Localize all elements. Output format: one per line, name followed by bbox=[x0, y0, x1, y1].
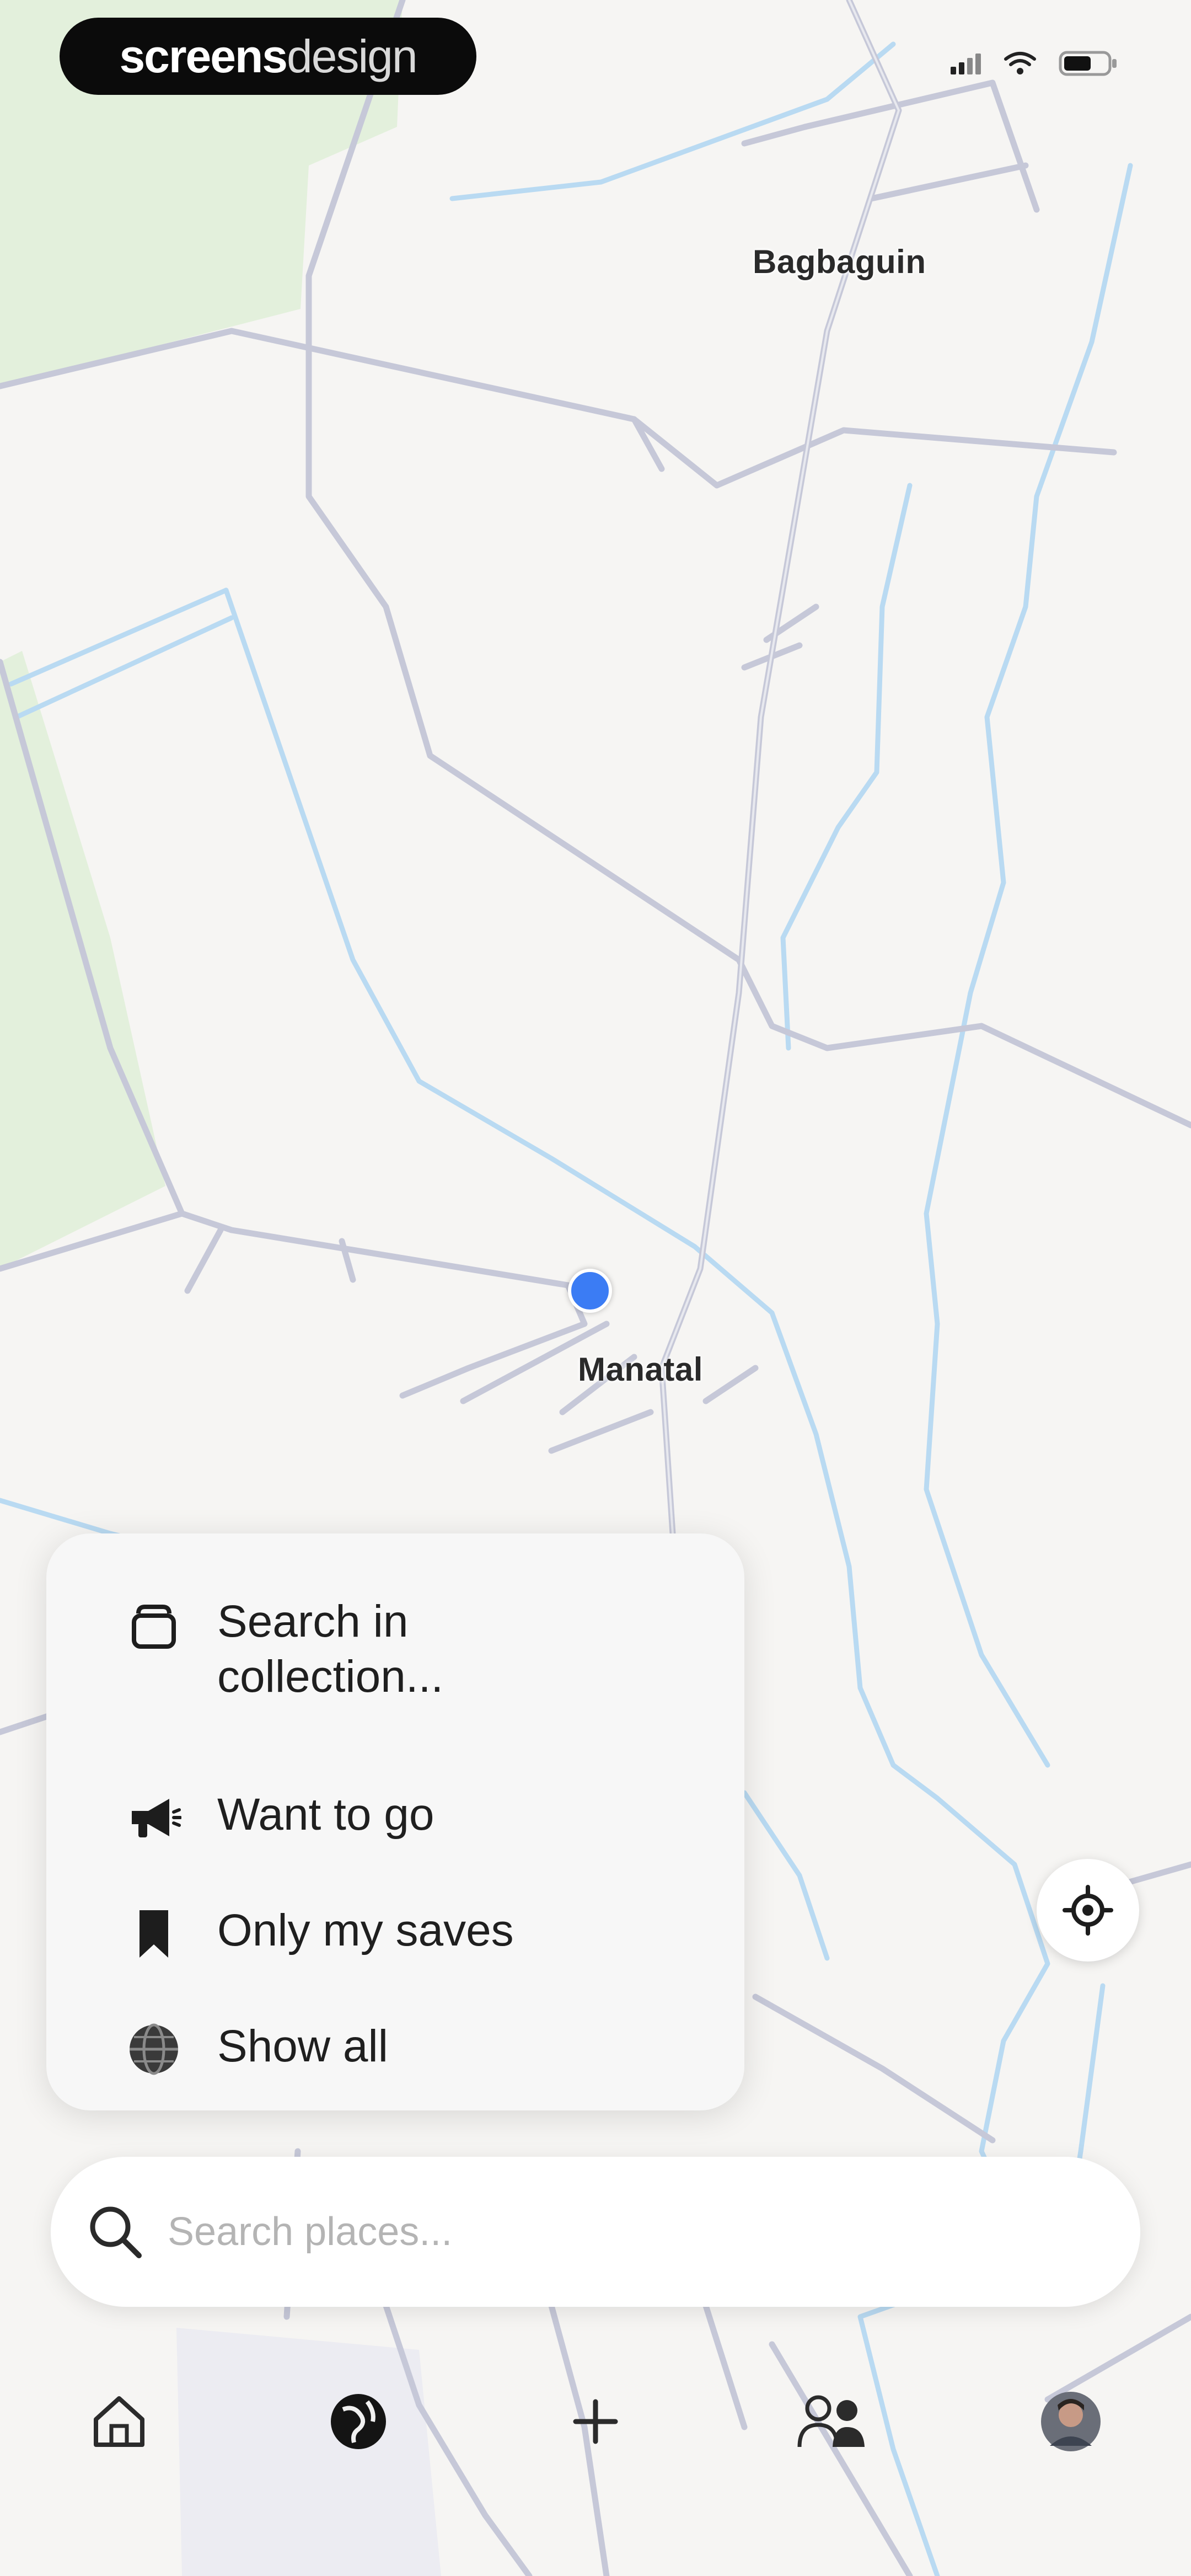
menu-item-label: Only my saves bbox=[217, 1905, 514, 1955]
profile-avatar-icon bbox=[1041, 2392, 1101, 2451]
friends-icon bbox=[797, 2395, 865, 2447]
map-filter-menu: Search in collection... Want to go Only … bbox=[46, 1533, 744, 2110]
signal-icon bbox=[951, 54, 981, 74]
tab-profile[interactable] bbox=[1010, 2361, 1131, 2482]
menu-item-show-all[interactable]: Show all bbox=[124, 2019, 388, 2080]
battery-icon bbox=[1059, 51, 1117, 76]
tab-explore[interactable] bbox=[298, 2361, 419, 2482]
megaphone-icon bbox=[124, 1787, 184, 1848]
map-screen: Bagbaguin Manatal screens design Search … bbox=[0, 0, 1191, 2576]
bottom-tab-bar bbox=[0, 2361, 1191, 2482]
place-label-manatal: Manatal bbox=[578, 1351, 703, 1388]
bookmark-icon bbox=[124, 1903, 184, 1964]
search-icon bbox=[85, 2201, 146, 2262]
menu-item-label: Show all bbox=[217, 2021, 388, 2071]
wifi-icon bbox=[1004, 52, 1036, 74]
menu-item-only-my-saves[interactable]: Only my saves bbox=[124, 1903, 514, 1964]
menu-item-label: Search in collection... bbox=[217, 1596, 444, 1702]
brand-logo-bold: screens bbox=[119, 30, 288, 82]
locate-me-button[interactable] bbox=[1037, 1859, 1139, 1962]
tab-home[interactable] bbox=[58, 2361, 180, 2482]
globe-icon bbox=[124, 2019, 184, 2080]
search-input[interactable] bbox=[167, 2209, 1079, 2255]
explore-globe-icon bbox=[331, 2394, 386, 2449]
place-label-bagbaguin: Bagbaguin bbox=[753, 243, 926, 280]
plus-icon bbox=[573, 2399, 618, 2444]
menu-item-label: Want to go bbox=[217, 1789, 434, 1840]
collection-icon bbox=[124, 1594, 184, 1655]
home-icon bbox=[94, 2396, 144, 2447]
current-location-dot bbox=[568, 1269, 612, 1313]
search-bar[interactable] bbox=[51, 2157, 1140, 2307]
status-bar bbox=[951, 51, 1119, 76]
crosshair-icon bbox=[1063, 1885, 1113, 1936]
tab-add[interactable] bbox=[535, 2361, 656, 2482]
tab-friends[interactable] bbox=[772, 2361, 893, 2482]
brand-logo: screens design bbox=[60, 18, 476, 95]
menu-item-search-collection[interactable]: Search in collection... bbox=[124, 1594, 449, 1704]
brand-logo-light: design bbox=[287, 30, 418, 82]
menu-item-want-to-go[interactable]: Want to go bbox=[124, 1787, 434, 1848]
